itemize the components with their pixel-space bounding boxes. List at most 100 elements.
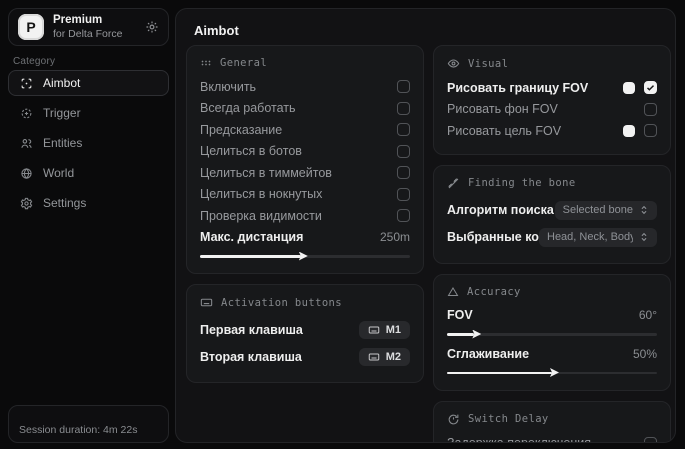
slider-value: 250m — [380, 230, 410, 244]
product-card: P Premium for Delta Force — [8, 8, 169, 46]
checkbox[interactable] — [397, 80, 410, 93]
keyboard-icon — [368, 324, 380, 336]
max-distance-slider[interactable] — [200, 251, 410, 261]
checkbox[interactable] — [644, 103, 657, 116]
visual-row: Рисовать фон FOV — [447, 99, 657, 121]
visual-row: Рисовать цель FOV — [447, 120, 657, 142]
chevron-up-down-icon — [639, 232, 649, 242]
selected-bones-label: Выбранные кости — [447, 230, 539, 244]
checkbox[interactable] — [644, 81, 657, 94]
keyboard-icon — [368, 351, 380, 363]
bone-algorithm-label: Алгоритм поиска костей — [447, 203, 555, 217]
checkbox[interactable] — [397, 123, 410, 136]
category-label: Category — [13, 56, 55, 67]
checkbox[interactable] — [397, 166, 410, 179]
sidebar-item-entities[interactable]: Entities — [8, 130, 169, 156]
keybind-label: Первая клавиша — [200, 323, 303, 337]
slider-label: Макс. дистанция — [200, 230, 303, 244]
checkbox[interactable] — [397, 188, 410, 201]
smoothing-value: 50% — [633, 347, 657, 361]
toggle-label: Целиться в ботов — [200, 144, 302, 158]
toggle-row: Целиться в нокнутых — [200, 184, 410, 206]
visual-label: Рисовать границу FOV — [447, 81, 588, 95]
toggle-label: Включить — [200, 80, 256, 94]
selected-value: Head, Neck, Body, Pe... — [547, 231, 633, 243]
checkbox[interactable] — [397, 209, 410, 222]
grid-dots-icon — [200, 57, 212, 69]
toggle-label: Целиться в нокнутых — [200, 187, 322, 201]
sidebar-item-settings[interactable]: Settings — [8, 190, 169, 216]
panel-title: Finding the bone — [468, 177, 576, 189]
toggle-row: Включить — [200, 76, 410, 98]
product-subtitle: for Delta Force — [53, 28, 136, 41]
trigger-crosshair-icon — [20, 107, 33, 120]
keybind-label: Вторая клавиша — [200, 350, 302, 364]
slider-row: FOV 60° — [447, 305, 657, 327]
slider-row: Макс. дистанция 250m — [200, 227, 410, 249]
panel-accuracy: Accuracy FOV 60° Сглаживание 50% — [433, 274, 671, 391]
sidebar-item-label: World — [43, 166, 74, 180]
sidebar-item-label: Trigger — [43, 106, 81, 120]
selected-bones-row: Выбранные кости Head, Neck, Body, Pe... — [447, 224, 657, 251]
panel-visual: Visual Рисовать границу FOV Рисовать фон… — [433, 45, 671, 155]
toggle-row: Целиться в тиммейтов — [200, 162, 410, 184]
bone-algorithm-select[interactable]: Selected bone — [555, 201, 657, 220]
panel-title: Switch Delay — [468, 413, 549, 425]
panel-general: General Включить Всегда работать Предска… — [186, 45, 424, 274]
page-title: Aimbot — [194, 23, 239, 38]
rotate-timer-icon — [447, 413, 460, 426]
product-title: Premium — [53, 13, 136, 27]
panel-activation-buttons: Activation buttons Первая клавиша M1 Вто… — [186, 284, 424, 383]
session-duration-text: Session duration: 4m 22s — [19, 424, 137, 436]
panel-title: Activation buttons — [221, 297, 342, 309]
panel-finding-bone: Finding the bone Алгоритм поиска костей … — [433, 165, 671, 264]
keybind-button-primary[interactable]: M1 — [359, 321, 410, 339]
chevron-up-down-icon — [639, 205, 649, 215]
slider-row: Сглаживание 50% — [447, 343, 657, 365]
color-swatch[interactable] — [623, 125, 635, 137]
fov-value: 60° — [639, 308, 657, 322]
sidebar-item-world[interactable]: World — [8, 160, 169, 186]
toggle-label: Целиться в тиммейтов — [200, 166, 332, 180]
panel-title: General — [220, 57, 267, 69]
app-logo: P — [18, 14, 44, 40]
checkbox[interactable] — [397, 145, 410, 158]
keybind-button-secondary[interactable]: M2 — [359, 348, 410, 366]
gear-icon — [20, 197, 33, 210]
toggle-row: Всегда работать — [200, 98, 410, 120]
checkbox[interactable] — [644, 124, 657, 137]
sidebar-item-aimbot[interactable]: Aimbot — [8, 70, 169, 96]
toggle-row: Предсказание — [200, 119, 410, 141]
gear-icon[interactable] — [145, 20, 159, 34]
checkbox[interactable] — [644, 437, 657, 443]
sidebar-item-trigger[interactable]: Trigger — [8, 100, 169, 126]
sidebar-item-label: Entities — [43, 136, 82, 150]
visual-label: Рисовать цель FOV — [447, 124, 561, 138]
panel-title: Accuracy — [467, 286, 521, 298]
selected-bones-select[interactable]: Head, Neck, Body, Pe... — [539, 228, 657, 247]
keybind-value: M1 — [386, 324, 401, 336]
toggle-label: Всегда работать — [200, 101, 296, 115]
toggle-row: Задержка переключения — [447, 433, 657, 444]
keyboard-icon — [200, 296, 213, 309]
checkbox[interactable] — [397, 102, 410, 115]
visual-row: Рисовать границу FOV — [447, 77, 657, 99]
keybind-row: Первая клавиша M1 — [200, 316, 410, 343]
toggle-row: Целиться в ботов — [200, 141, 410, 163]
panel-title: Visual — [468, 58, 508, 70]
smoothing-slider[interactable] — [447, 368, 657, 378]
sidebar: P Premium for Delta Force Category Aimbo… — [0, 0, 175, 449]
color-swatch[interactable] — [623, 82, 635, 94]
switch-delay-toggle-label: Задержка переключения — [447, 436, 591, 443]
globe-icon — [20, 167, 33, 180]
session-duration-card: Session duration: 4m 22s — [8, 405, 169, 443]
sidebar-item-label: Aimbot — [43, 76, 80, 90]
triangle-icon — [447, 286, 459, 298]
toggle-label: Проверка видимости — [200, 209, 322, 223]
fov-slider[interactable] — [447, 329, 657, 339]
bone-algorithm-row: Алгоритм поиска костей Selected bone — [447, 197, 657, 224]
users-icon — [20, 137, 33, 150]
visual-label: Рисовать фон FOV — [447, 102, 558, 116]
sidebar-nav: Aimbot Trigger Entities World Settings — [8, 70, 169, 216]
main-content: Aimbot General Включить Всегда работать … — [175, 8, 676, 443]
